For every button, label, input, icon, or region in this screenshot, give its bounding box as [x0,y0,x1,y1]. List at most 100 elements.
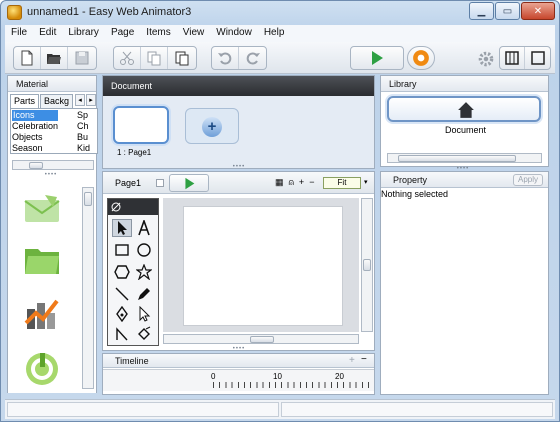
scroll-thumb[interactable] [363,259,371,271]
menu-edit[interactable]: Edit [33,25,62,42]
fill-tool[interactable] [134,325,154,343]
material-splitter-grip[interactable]: •••• [41,172,61,178]
gallery-vertical-scrollbar[interactable] [82,187,94,389]
hollow-arrow-icon [139,306,151,322]
open-button[interactable] [41,47,68,69]
paint-bucket-icon [138,326,151,340]
stage-canvas[interactable] [183,206,343,326]
list-item[interactable]: Celebration [12,121,58,132]
pencil-tool[interactable] [134,285,154,303]
tab-scroll-left-icon[interactable]: ◂ [75,94,86,106]
remove-track-button[interactable]: − [361,354,367,365]
polygon-tool[interactable] [112,263,132,281]
list-item[interactable]: Season [12,143,58,154]
menu-view[interactable]: View [177,25,211,42]
page-thumbnail[interactable] [113,106,169,144]
select-tool[interactable] [112,219,132,237]
minimize-button[interactable]: ▁ [469,2,494,20]
grid-icon[interactable]: ▦ [275,177,284,188]
snap-icon[interactable]: ⍝ [289,177,294,188]
menu-items[interactable]: Items [140,25,176,42]
settings-button[interactable] [477,50,495,68]
stage-vertical-scrollbar[interactable] [361,198,373,332]
power-clipart-icon[interactable] [23,349,61,387]
copy-button[interactable] [141,47,168,69]
list-item[interactable]: Ch [77,121,90,132]
timeline-tick: 0 [211,372,216,381]
new-document-icon [21,50,33,66]
stage-panel: Page1 ▦ ⍝ + − Fit ▾ [102,171,375,351]
direct-select-tool[interactable] [134,305,154,323]
list-item[interactable]: Bu [77,132,90,143]
folder-clipart-icon[interactable] [23,241,61,279]
zoom-dropdown[interactable]: Fit [323,177,361,189]
redo-button[interactable] [239,47,266,69]
material-tabs: Parts Backg ◂ ▸ [10,94,97,108]
layout-single-button[interactable] [525,47,550,69]
convert-anchor-icon [116,327,128,341]
menu-bar: File Edit Library Page Items View Window… [5,25,555,42]
minimize-icon: ▁ [477,5,486,17]
list-item[interactable]: Icons [12,110,59,121]
timeline-ruler[interactable]: 0 10 20 [103,369,374,391]
star-tool[interactable] [134,263,154,281]
rectangle-tool[interactable] [112,241,132,259]
stage-splitter-grip[interactable]: •••• [229,346,249,352]
rectangle-icon [115,244,129,256]
property-status-text: Nothing selected [381,189,449,199]
save-button[interactable] [68,47,95,69]
library-horizontal-scrollbar[interactable] [387,153,542,163]
stage-canvas-area [163,198,359,332]
zoom-controls: ▦ ⍝ + − [275,177,314,188]
scroll-thumb[interactable] [29,162,43,169]
line-tool[interactable] [112,285,132,303]
menu-help[interactable]: Help [258,25,291,42]
pen-tool[interactable] [112,305,132,323]
menu-library[interactable]: Library [62,25,105,42]
tab-scroll-right-icon[interactable]: ▸ [86,94,97,106]
tab-background[interactable]: Backg [40,94,74,108]
document-splitter-grip[interactable]: •••• [229,164,249,170]
tools-pin-icon[interactable] [110,201,122,213]
chart-clipart-icon[interactable] [23,295,61,333]
cut-button[interactable] [114,47,141,69]
play-button[interactable] [350,46,404,70]
undo-button[interactable] [212,47,239,69]
maximize-button[interactable]: ▭ [495,2,520,20]
ellipse-tool[interactable] [134,241,154,259]
stage-play-button[interactable] [169,174,209,192]
layout-button-group [499,46,551,70]
scroll-thumb[interactable] [84,192,92,206]
zoom-out-icon[interactable]: − [309,177,314,188]
list-item[interactable]: Sp [77,110,90,121]
scroll-thumb[interactable] [250,336,274,343]
property-panel: Property Apply Nothing selected [380,171,549,395]
menu-page[interactable]: Page [105,25,140,42]
paste-button[interactable] [168,47,195,69]
list-item[interactable]: Objects [12,132,58,143]
close-button[interactable]: ✕ [521,2,555,20]
list-item[interactable]: Kid [77,143,90,154]
add-track-button[interactable]: + [349,355,355,366]
menu-window[interactable]: Window [210,25,258,42]
library-document-button[interactable] [387,96,541,122]
add-page-button[interactable]: + [185,108,239,144]
text-tool[interactable] [134,219,154,237]
menu-file[interactable]: File [5,25,33,42]
new-document-button[interactable] [14,47,41,69]
scroll-thumb[interactable] [398,155,516,162]
page-checkbox[interactable] [156,179,164,187]
stage-horizontal-scrollbar[interactable] [163,334,359,344]
preview-button[interactable] [407,46,435,70]
line-icon [115,287,129,301]
anchor-tool[interactable] [112,325,132,343]
category-horizontal-scrollbar[interactable] [12,160,94,170]
envelope-clipart-icon[interactable] [23,191,61,229]
redo-icon [246,52,260,65]
chevron-down-icon[interactable]: ▾ [364,178,368,186]
tab-parts[interactable]: Parts [10,94,40,108]
layout-split-button[interactable] [500,47,525,69]
zoom-in-icon[interactable]: + [299,177,304,188]
text-icon [138,220,150,236]
apply-button[interactable]: Apply [513,174,544,186]
